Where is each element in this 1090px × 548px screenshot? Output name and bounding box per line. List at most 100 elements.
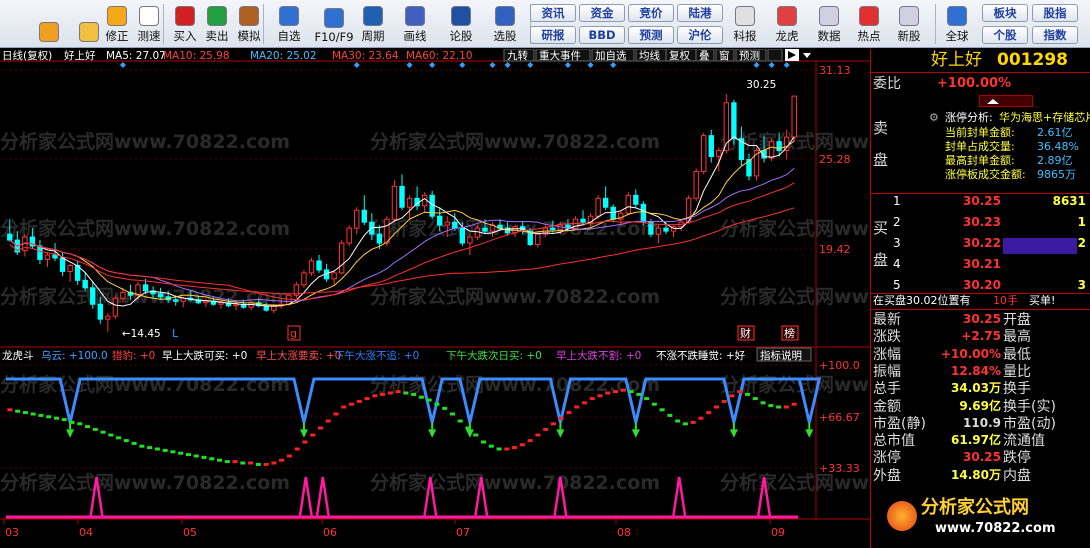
- grid-button[interactable]: 资讯: [530, 4, 576, 22]
- toolbar-label: 周期: [361, 29, 385, 43]
- quote-value: 9.69亿: [959, 398, 1001, 413]
- toolbar-separator: [163, 4, 164, 44]
- bid-level: 2: [893, 215, 901, 229]
- nav-button[interactable]: 股指: [1032, 4, 1078, 22]
- indicator-dot: [92, 427, 98, 431]
- ma60-label: MA60: 22.10: [406, 50, 473, 62]
- indicator-dot: [193, 454, 199, 458]
- ipo-button[interactable]: 新股: [892, 2, 926, 46]
- indicator-dot: [698, 416, 704, 420]
- candle-body: [203, 300, 209, 304]
- chart-menu-label: 九转: [507, 49, 528, 62]
- stock-name-label: 好上好: [64, 50, 96, 62]
- app-window: 修正 测速 买入 卖出 模拟 自选 F10/F9 周期 画线 论股 选股 资讯 资金 竞价 陆港研报 BBD 预…: [0, 0, 1090, 548]
- stock-picker-icon: [495, 6, 515, 26]
- forum-button[interactable]: 论股: [446, 2, 476, 46]
- bang-mark: 榜: [784, 326, 795, 340]
- period-button[interactable]: 周期: [358, 2, 388, 46]
- grid-button[interactable]: 竞价: [628, 4, 674, 22]
- indicator-axis-label: +33.33: [819, 462, 860, 475]
- analysis-key: 涨停板成交金额:: [945, 168, 1026, 181]
- watermark-text: 分析家公式网www.70822.com: [0, 373, 290, 396]
- nav-button[interactable]: 板块: [982, 4, 1028, 22]
- analysis-key: 封单占成交量:: [945, 140, 1015, 153]
- up-down-arrows-button[interactable]: [74, 2, 104, 46]
- price-axis-label: 19.42: [819, 243, 851, 256]
- stock-picker-button[interactable]: 选股: [490, 2, 520, 46]
- indicator-legend-item: 下午大涨不追: +0: [334, 349, 419, 362]
- candle-body: [550, 227, 556, 231]
- indicator-dot: [488, 444, 494, 448]
- indicator-dot: [356, 399, 362, 403]
- sell-button[interactable]: 卖出: [202, 2, 232, 46]
- nav-button[interactable]: 个股: [982, 26, 1028, 44]
- candle-body: [354, 209, 360, 229]
- research-button[interactable]: 科报: [728, 2, 762, 46]
- pe-data-button[interactable]: 数据: [812, 2, 846, 46]
- candle-body: [474, 227, 481, 238]
- lock-icon[interactable]: [767, 48, 783, 62]
- indicator-dot: [597, 394, 603, 398]
- buy-button[interactable]: 买入: [170, 2, 200, 46]
- candle-body: [716, 150, 722, 158]
- indicator-dot: [636, 392, 642, 396]
- back-arrow-button[interactable]: [34, 2, 64, 46]
- hot-button[interactable]: 热点: [852, 2, 886, 46]
- grid-button[interactable]: 沪伦: [677, 26, 723, 44]
- fix-button[interactable]: 修正: [102, 2, 132, 46]
- hammer-button[interactable]: 模拟: [234, 2, 264, 46]
- bid-price: 30.22: [963, 236, 1001, 250]
- f10-icon: [324, 8, 344, 28]
- indicator-dot: [325, 419, 331, 423]
- indicator-dot: [581, 401, 587, 405]
- globe-button[interactable]: 全球: [940, 2, 974, 46]
- watermark-text: 分析家公式网www.70822.com: [0, 217, 290, 240]
- f10-button[interactable]: F10/F9: [314, 2, 354, 46]
- bid-price: 30.23: [963, 215, 1001, 229]
- dragon-tiger-icon: [777, 6, 797, 26]
- candle-body: [301, 272, 307, 286]
- candle-body: [82, 279, 88, 289]
- analysis-title: 涨停分析:: [945, 111, 993, 124]
- star-folder-icon: [279, 6, 299, 26]
- watermark-text: 分析家公式网www.70822.com: [0, 130, 290, 153]
- toolbar-label: 模拟: [237, 29, 261, 43]
- draw-line-button[interactable]: 画线: [400, 2, 430, 46]
- grid-button[interactable]: 陆港: [677, 4, 723, 22]
- settings-icon[interactable]: ⚙: [929, 111, 939, 124]
- quote-value: 61.97亿: [951, 433, 1001, 448]
- indicator-dot: [651, 402, 657, 406]
- analysis-key: 当前封单金额:: [945, 126, 1015, 139]
- indicator-dot: [535, 433, 541, 437]
- indicator-dot: [682, 422, 688, 426]
- watermark-text: 分析家公式网www.70822.com: [370, 130, 660, 153]
- price-axis-label: 31.13: [819, 64, 851, 77]
- nav-button[interactable]: 指数: [1032, 26, 1078, 44]
- clock-button[interactable]: 测速: [134, 2, 164, 46]
- kline-chart[interactable]: 分析家公式网www.70822.com 分析家公式网www.70822.com 分析…: [0, 48, 1010, 548]
- grid-button[interactable]: BBD: [579, 26, 625, 44]
- chart-area[interactable]: 分析家公式网www.70822.com 分析家公式网www.70822.com 分析…: [0, 48, 1010, 548]
- indicator-dot: [170, 450, 176, 454]
- quote-label: 换手: [1003, 381, 1031, 398]
- dragon-tiger-button[interactable]: 龙虎: [770, 2, 804, 46]
- indicator-dot: [30, 412, 36, 416]
- candle-body: [776, 141, 782, 152]
- analysis-value: 9865万: [1037, 168, 1076, 181]
- indicator-dot: [613, 390, 619, 394]
- indicator-dot: [139, 444, 145, 448]
- grid-button[interactable]: 预测: [628, 26, 674, 44]
- ma20-label: MA20: 25.02: [250, 50, 317, 62]
- mode-label: 日线(复权): [2, 49, 52, 62]
- indicator-dot: [131, 441, 137, 445]
- candle-body: [142, 284, 149, 292]
- analysis-value: 36.48%: [1037, 140, 1079, 153]
- grid-button[interactable]: 资金: [579, 4, 625, 22]
- candle-body: [346, 227, 352, 244]
- quote-label: 涨跌: [873, 329, 901, 346]
- candle-body: [67, 264, 73, 272]
- star-folder-button[interactable]: 自选: [274, 2, 304, 46]
- grid-button[interactable]: 研报: [530, 26, 576, 44]
- candle-body: [444, 221, 450, 226]
- indicator-dot: [449, 412, 455, 416]
